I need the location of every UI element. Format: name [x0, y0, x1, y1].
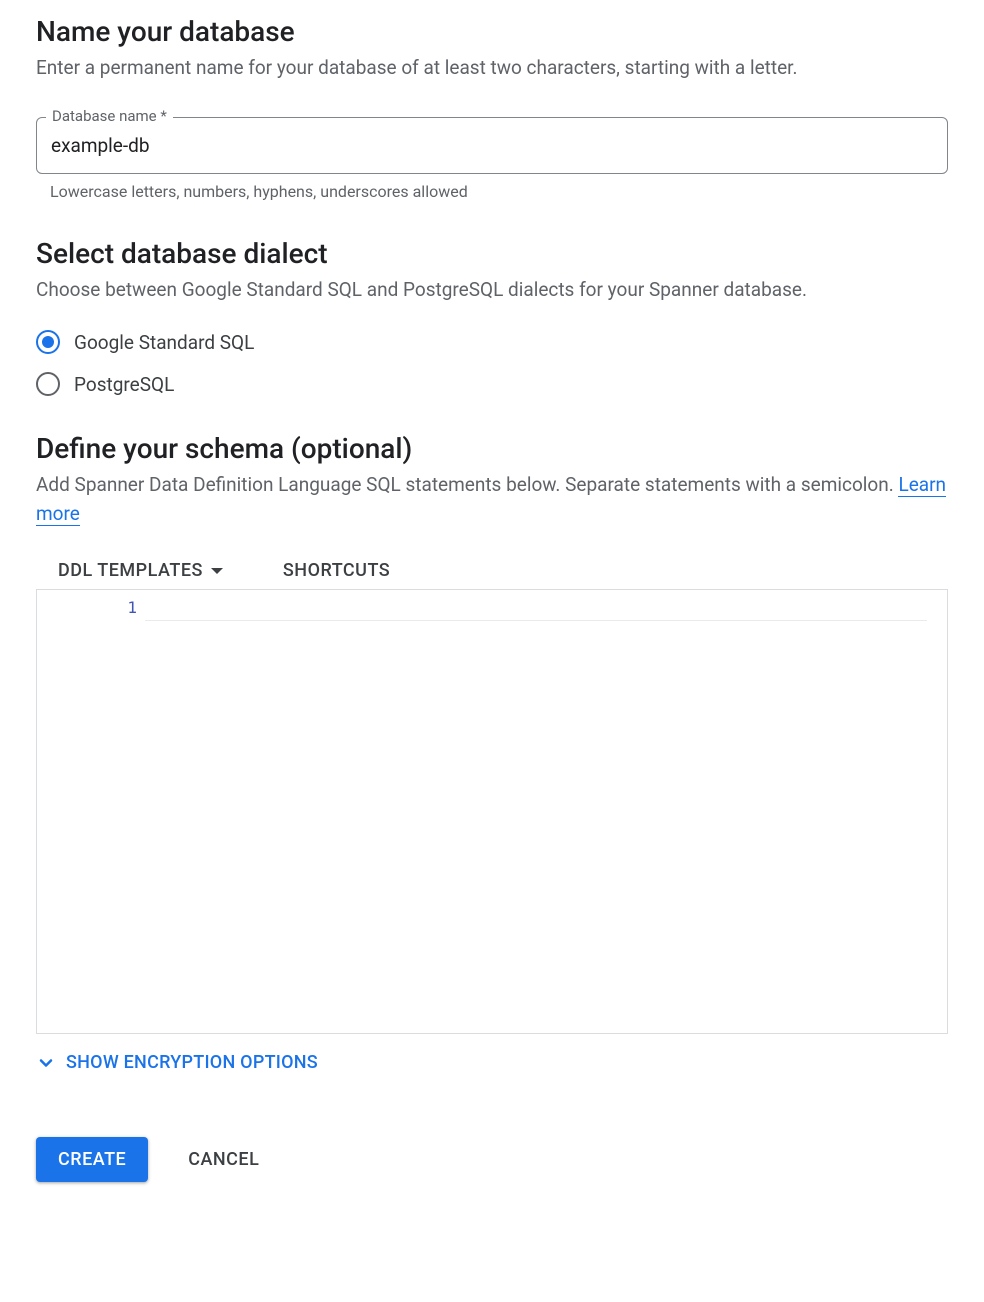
editor-code-area[interactable]	[145, 590, 927, 1033]
line-number: 1	[37, 596, 137, 620]
show-encryption-label: SHOW ENCRYPTION OPTIONS	[66, 1052, 318, 1073]
editor-gutter: 1	[37, 590, 145, 1033]
radio-unselected-icon[interactable]	[36, 372, 60, 396]
create-button[interactable]: CREATE	[36, 1137, 148, 1182]
editor-scrollbar[interactable]	[927, 590, 947, 1033]
caret-down-icon	[211, 568, 223, 574]
database-name-field-wrapper: Database name *	[36, 117, 948, 174]
dialect-option-label: PostgreSQL	[74, 373, 174, 396]
ddl-templates-label: DDL TEMPLATES	[58, 560, 203, 581]
ddl-templates-button[interactable]: DDL TEMPLATES	[58, 560, 223, 581]
radio-selected-icon[interactable]	[36, 330, 60, 354]
database-name-label: Database name *	[46, 107, 173, 125]
footer-button-row: CREATE CANCEL	[36, 1137, 948, 1182]
ddl-code-editor[interactable]: 1	[36, 589, 948, 1034]
schema-description-text: Add Spanner Data Definition Language SQL…	[36, 473, 898, 496]
shortcuts-label: SHORTCUTS	[283, 560, 390, 581]
cancel-button[interactable]: CANCEL	[188, 1149, 259, 1170]
name-database-section: Name your database Enter a permanent nam…	[36, 15, 948, 201]
chevron-down-icon	[36, 1053, 56, 1073]
editor-toolbar: DDL TEMPLATES SHORTCUTS	[36, 560, 948, 581]
dialect-radio-group: Google Standard SQL PostgreSQL	[36, 330, 948, 396]
schema-title: Define your schema (optional)	[36, 432, 948, 465]
editor-line[interactable]	[145, 596, 927, 621]
dialect-option-label: Google Standard SQL	[74, 331, 254, 354]
dialect-description: Choose between Google Standard SQL and P…	[36, 276, 948, 305]
schema-section: Define your schema (optional) Add Spanne…	[36, 432, 948, 1077]
database-name-helper: Lowercase letters, numbers, hyphens, und…	[50, 182, 948, 201]
dialect-option-google-standard-sql[interactable]: Google Standard SQL	[36, 330, 948, 354]
show-encryption-options-button[interactable]: SHOW ENCRYPTION OPTIONS	[36, 1052, 318, 1073]
name-database-description: Enter a permanent name for your database…	[36, 54, 948, 83]
name-database-title: Name your database	[36, 15, 948, 48]
database-name-input[interactable]	[36, 117, 948, 174]
shortcuts-button[interactable]: SHORTCUTS	[283, 560, 390, 581]
dialect-option-postgresql[interactable]: PostgreSQL	[36, 372, 948, 396]
schema-description: Add Spanner Data Definition Language SQL…	[36, 471, 948, 528]
dialect-section: Select database dialect Choose between G…	[36, 237, 948, 397]
dialect-title: Select database dialect	[36, 237, 948, 270]
